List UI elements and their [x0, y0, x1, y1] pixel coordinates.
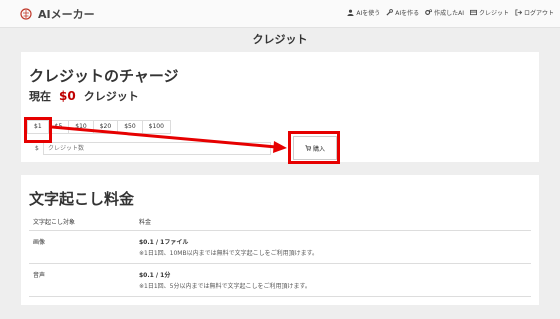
nav-item-created-ai[interactable]: 作成したAI: [425, 8, 464, 17]
amount-button-10[interactable]: $10: [68, 120, 94, 134]
row-target: 音声: [29, 263, 135, 297]
wrench-icon: [386, 9, 394, 16]
amount-button-5[interactable]: $5: [47, 120, 70, 134]
fees-heading: 文字起こし料金: [29, 190, 135, 208]
credit-input-group: $: [35, 142, 271, 155]
credit-amount-input[interactable]: [43, 142, 271, 155]
dollar-prefix: $: [35, 145, 39, 152]
table-header-row: 文字起こし対象 料金: [29, 213, 531, 231]
column-header-price: 料金: [135, 213, 531, 231]
current-label: 現在: [29, 90, 51, 103]
current-credit-line: 現在 $0 クレジット: [29, 88, 139, 104]
row-note: ※1日1回、10MB以内までは無料で文字起こしをご利用頂けます。: [139, 250, 318, 257]
cart-icon: [305, 145, 311, 151]
fee-table: 文字起こし対象 料金 画像 $0.1 / 1ファイル ※1日1回、10MB以内ま…: [29, 213, 531, 297]
row-target: 画像: [29, 230, 135, 264]
logout-icon: [515, 9, 522, 16]
amount-button-100[interactable]: $100: [141, 120, 171, 134]
brain-logo-icon: [20, 8, 32, 20]
nav-item-label: クレジット: [478, 10, 509, 17]
gears-icon: [425, 9, 433, 15]
row-price-cell: $0.1 / 1分 ※1日1回、5分以内までは無料で文字起こしをご利用頂けます。: [135, 263, 531, 297]
nav-item-credit[interactable]: クレジット: [470, 8, 509, 17]
row-price-cell: $0.1 / 1ファイル ※1日1回、10MB以内までは無料で文字起こしをご利用…: [135, 230, 531, 264]
credit-charge-panel: クレジットのチャージ 現在 $0 クレジット $1 $5 $10 $20 $50…: [21, 52, 539, 162]
table-row: 画像 $0.1 / 1ファイル ※1日1回、10MB以内までは無料で文字起こしを…: [29, 230, 531, 264]
current-suffix: クレジット: [83, 90, 139, 103]
amount-button-20[interactable]: $20: [92, 120, 119, 134]
brand-link[interactable]: AIメーカー: [20, 6, 95, 22]
amount-button-50[interactable]: $50: [117, 120, 143, 134]
nav-item-label: AIを使う: [356, 10, 381, 17]
nav-item-logout[interactable]: ログアウト: [515, 8, 554, 17]
amount-button-1[interactable]: $1: [27, 120, 49, 134]
user-icon: [347, 9, 354, 16]
nav-item-label: AIを作る: [395, 10, 420, 17]
row-note: ※1日1回、5分以内までは無料で文字起こしをご利用頂けます。: [139, 283, 311, 290]
current-credit-amount: $0: [59, 89, 76, 103]
table-row: 音声 $0.1 / 1分 ※1日1回、5分以内までは無料で文字起こしをご利用頂け…: [29, 263, 531, 297]
row-price: $0.1 / 1分: [139, 272, 171, 279]
nav-item-use-ai[interactable]: AIを使う: [347, 8, 380, 17]
row-price: $0.1 / 1ファイル: [139, 239, 189, 246]
buy-button-label: 購入: [312, 145, 325, 153]
page-title: クレジット: [252, 33, 308, 46]
brand-name: AIメーカー: [38, 8, 95, 21]
nav-item-label: ログアウト: [523, 10, 554, 17]
nav-menu: AIを使う AIを作る 作成したAI クレジット ログアウト: [347, 8, 554, 17]
column-header-target: 文字起こし対象: [29, 213, 135, 231]
charge-heading: クレジットのチャージ: [29, 67, 179, 85]
nav-item-make-ai[interactable]: AIを作る: [386, 8, 419, 17]
card-icon: [470, 9, 477, 16]
amount-selector: $1 $5 $10 $20 $50 $100: [27, 120, 171, 134]
navbar: AIメーカー AIを使う AIを作る 作成したAI クレジット ログアウト: [0, 0, 560, 28]
transcription-fee-panel: 文字起こし料金 文字起こし対象 料金 画像 $0.1 / 1ファイル ※1日1回…: [21, 175, 539, 305]
buy-button[interactable]: 購入: [293, 136, 337, 160]
nav-item-label: 作成したAI: [434, 10, 464, 17]
